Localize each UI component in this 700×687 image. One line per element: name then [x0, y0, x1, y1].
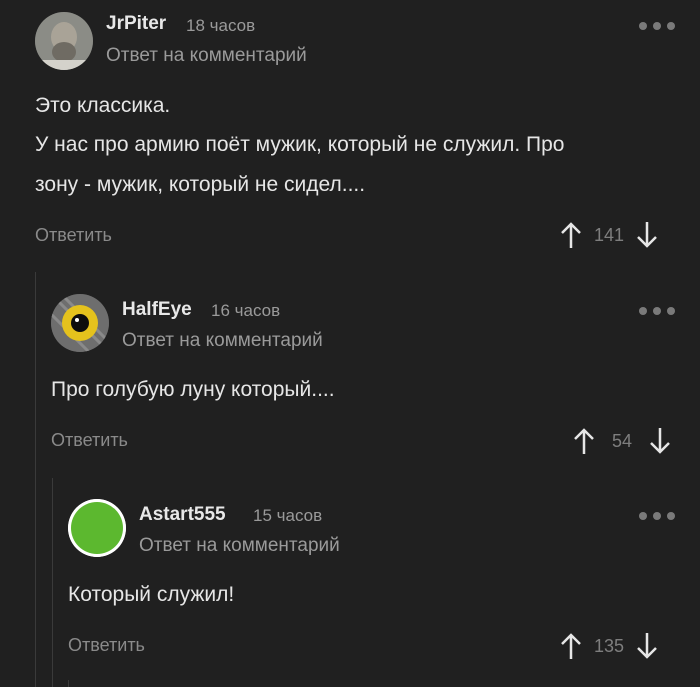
arrow-up-icon[interactable] [559, 220, 583, 250]
thread-line-level-3 [68, 680, 69, 687]
author-name[interactable]: HalfEye [122, 299, 192, 321]
avatar[interactable] [51, 294, 109, 352]
vote-score: 54 [611, 430, 633, 451]
comment-text-line-3: зону - мужик, который не сидел.... [35, 173, 366, 196]
more-dots-icon[interactable] [639, 510, 675, 522]
comment-text-line-2: У нас про армию поёт мужик, который не с… [35, 133, 565, 156]
arrow-down-icon[interactable] [635, 631, 659, 661]
vote-controls: 135 [559, 631, 659, 661]
reply-to-link[interactable]: Ответ на комментарий [139, 535, 340, 557]
thread-line-level-2 [52, 478, 53, 687]
avatar[interactable] [68, 499, 126, 557]
arrow-up-icon[interactable] [572, 426, 596, 456]
vote-score: 135 [593, 635, 625, 656]
comment-time[interactable]: 16 часов [211, 301, 280, 321]
author-name[interactable]: Astart555 [139, 504, 226, 526]
comment-time[interactable]: 18 часов [186, 16, 255, 36]
arrow-down-icon[interactable] [635, 220, 659, 250]
reply-button[interactable]: Ответить [68, 635, 145, 656]
arrow-up-icon[interactable] [559, 631, 583, 661]
author-name[interactable]: JrPiter [106, 13, 166, 35]
comment-time[interactable]: 15 часов [253, 506, 322, 526]
reply-button[interactable]: Ответить [51, 430, 128, 451]
comment-text-line-1: Который служил! [68, 583, 235, 606]
comment-text-line-1: Про голубую луну который.... [51, 378, 335, 401]
arrow-down-icon[interactable] [648, 426, 672, 456]
vote-score: 141 [593, 224, 625, 245]
reply-to-link[interactable]: Ответ на комментарий [122, 330, 323, 352]
more-dots-icon[interactable] [639, 305, 675, 317]
vote-controls: 141 [559, 220, 659, 250]
reply-to-link[interactable]: Ответ на комментарий [106, 45, 307, 67]
thread-line-level-1 [35, 272, 36, 687]
reply-button[interactable]: Ответить [35, 225, 112, 246]
avatar[interactable] [35, 12, 93, 70]
more-dots-icon[interactable] [639, 20, 675, 32]
vote-controls: 54 [572, 426, 672, 456]
comment-text-line-1: Это классика. [35, 94, 171, 117]
